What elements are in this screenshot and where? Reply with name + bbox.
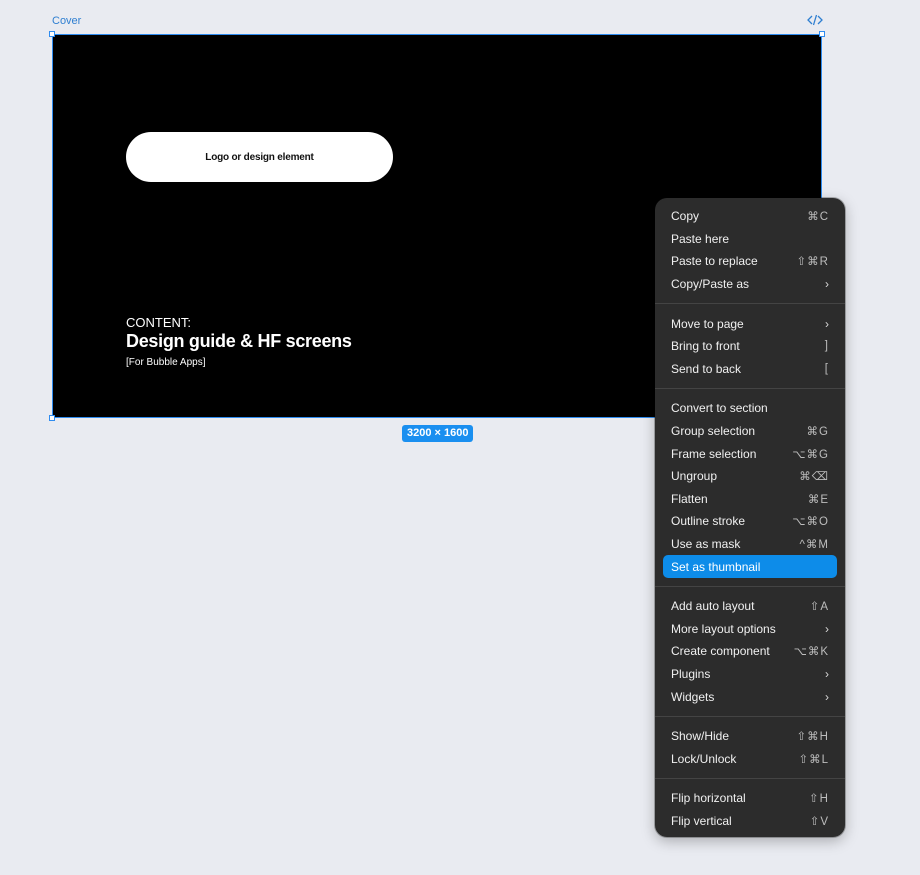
- menu-item-label: Set as thumbnail: [671, 559, 761, 574]
- menu-item-label: Ungroup: [671, 469, 718, 484]
- menu-item-shortcut: ⇧H: [809, 793, 829, 806]
- menu-item-ungroup[interactable]: Ungroup ⌘⌫: [663, 465, 837, 488]
- menu-item-label: Add auto layout: [671, 599, 755, 614]
- menu-item-add-auto-layout[interactable]: Add auto layout ⇧A: [663, 595, 837, 618]
- menu-item-paste-here[interactable]: Paste here: [663, 228, 837, 251]
- menu-item-label: Flatten: [671, 491, 708, 506]
- menu-item-copy[interactable]: Copy ⌘C: [663, 205, 837, 228]
- menu-item-bring-to-front[interactable]: Bring to front]: [663, 335, 837, 358]
- menu-item-label: Move to page: [671, 316, 744, 331]
- menu-item-label: Bring to front: [671, 339, 740, 354]
- menu-item-shortcut: ⇧⌘L: [798, 753, 829, 766]
- menu-item-set-as-thumbnail[interactable]: Set as thumbnail: [663, 555, 837, 578]
- menu-item-frame-selection[interactable]: Frame selection ⌥⌘G: [663, 442, 837, 465]
- menu-separator: [655, 585, 845, 587]
- menu-item-show-hide[interactable]: Show/Hide ⇧⌘H: [663, 725, 837, 748]
- menu-item-shortcut: ⌘G: [806, 426, 829, 439]
- menu-item-shortcut: ⇧V: [809, 815, 829, 828]
- menu-item-lock-unlock[interactable]: Lock/Unlock ⇧⌘L: [663, 747, 837, 770]
- menu-item-label: Copy: [671, 209, 700, 224]
- content-label: CONTENT:: [126, 315, 191, 330]
- menu-item-shortcut: [: [824, 362, 829, 375]
- menu-item-label: Lock/Unlock: [671, 751, 737, 766]
- menu-item-flip-vertical[interactable]: Flip vertical ⇧V: [663, 810, 837, 833]
- menu-item-plugins[interactable]: Plugins ›: [663, 663, 837, 686]
- logo-placeholder: Logo or design element: [126, 132, 393, 182]
- menu-item-flatten[interactable]: Flatten ⌘E: [663, 488, 837, 511]
- menu-item-shortcut: ⇧A: [809, 601, 829, 614]
- menu-item-label: Use as mask: [671, 537, 741, 552]
- chevron-right-icon: ›: [825, 277, 829, 292]
- menu-item-label: Create component: [671, 644, 770, 659]
- menu-item-label: Send to back: [671, 361, 742, 376]
- menu-item-shortcut: ⇧⌘H: [796, 731, 829, 744]
- menu-item-copy-paste-as[interactable]: Copy/Paste as ›: [663, 273, 837, 296]
- menu-item-shortcut: ⌘E: [807, 493, 829, 506]
- menu-item-shortcut: ⌥⌘K: [793, 646, 829, 659]
- code-icon[interactable]: [805, 12, 825, 28]
- menu-item-label: Group selection: [671, 424, 756, 439]
- content-title: Design guide & HF screens: [126, 331, 352, 351]
- menu-item-label: Flip horizontal: [671, 791, 746, 806]
- menu-separator: [655, 303, 845, 305]
- frame-name-label[interactable]: Cover: [52, 15, 81, 27]
- menu-item-label: Show/Hide: [671, 729, 730, 744]
- menu-item-label: Paste here: [671, 231, 730, 246]
- menu-item-label: More layout options: [671, 621, 776, 636]
- menu-item-label: Plugins: [671, 666, 711, 681]
- content-subtitle: [For Bubble Apps]: [126, 357, 206, 368]
- menu-item-group-selection[interactable]: Group selection ⌘G: [663, 420, 837, 443]
- resize-handle-top-right[interactable]: [819, 31, 825, 37]
- menu-item-create-component[interactable]: Create component ⌥⌘K: [663, 640, 837, 663]
- menu-item-shortcut: ⇧⌘R: [796, 256, 829, 269]
- menu-item-shortcut: ⌘C: [807, 211, 829, 224]
- menu-item-shortcut: ]: [824, 340, 829, 353]
- menu-item-shortcut: ⌘⌫: [799, 471, 829, 484]
- resize-handle-bottom-left[interactable]: [49, 415, 55, 421]
- menu-separator: [655, 388, 845, 390]
- menu-item-label: Paste to replace: [671, 254, 758, 269]
- menu-item-label: Widgets: [671, 689, 715, 704]
- menu-item-widgets[interactable]: Widgets ›: [663, 685, 837, 708]
- menu-item-label: Frame selection: [671, 446, 757, 461]
- chevron-right-icon: ›: [825, 316, 829, 331]
- context-menu: Copy ⌘C Paste here Paste to replace ⇧⌘R Copy/…: [655, 198, 845, 837]
- menu-item-shortcut: ⌥⌘G: [792, 448, 829, 461]
- menu-item-label: Convert to section: [671, 401, 768, 416]
- menu-item-label: Copy/Paste as: [671, 277, 750, 292]
- menu-item-label: Flip vertical: [671, 813, 732, 828]
- menu-item-move-to-page[interactable]: Move to page ›: [663, 312, 837, 335]
- chevron-right-icon: ›: [825, 689, 829, 704]
- frame-size-badge: 3200 × 1600: [402, 425, 474, 442]
- menu-item-label: Outline stroke: [671, 514, 746, 529]
- menu-item-more-layout-options[interactable]: More layout options ›: [663, 618, 837, 641]
- menu-item-shortcut: ^⌘M: [799, 539, 829, 552]
- menu-item-flip-horizontal[interactable]: Flip horizontal ⇧H: [663, 787, 837, 810]
- chevron-right-icon: ›: [825, 666, 829, 681]
- menu-item-shortcut: ⌥⌘O: [792, 516, 829, 529]
- resize-handle-top-left[interactable]: [49, 31, 55, 37]
- menu-item-send-to-back[interactable]: Send to back [: [663, 358, 837, 381]
- chevron-right-icon: ›: [825, 621, 829, 636]
- menu-item-convert-to-section[interactable]: Convert to section: [663, 397, 837, 420]
- menu-separator: [655, 715, 845, 717]
- menu-item-use-as-mask[interactable]: Use as mask ^⌘M: [663, 533, 837, 556]
- menu-item-outline-stroke[interactable]: Outline stroke ⌥⌘O: [663, 510, 837, 533]
- menu-separator: [655, 778, 845, 780]
- menu-item-paste-to-replace[interactable]: Paste to replace ⇧⌘R: [663, 250, 837, 273]
